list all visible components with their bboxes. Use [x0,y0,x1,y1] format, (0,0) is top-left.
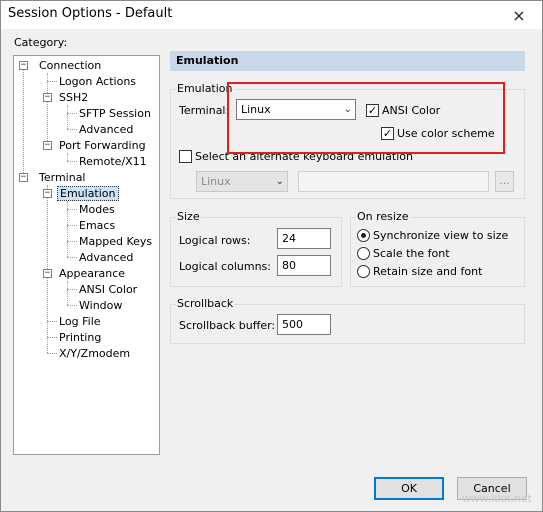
on-resize-group-label: On resize [356,210,410,223]
tree-line [67,305,77,306]
alternate-emulation-select[interactable]: Linux ⌄ [196,171,288,192]
logical-columns-input[interactable]: 80 [277,255,331,276]
tree-item-printing[interactable]: Printing [57,330,103,345]
tree-line [67,209,77,210]
scrollback-group-label: Scrollback [176,297,235,310]
tree-item-emulation[interactable]: Emulation [57,186,119,201]
collapse-icon[interactable]: − [19,173,28,182]
tree-line [67,289,77,290]
tree-line [67,241,77,242]
tree-item-ansi-color[interactable]: ANSI Color [77,282,139,297]
logical-rows-input[interactable]: 24 [277,228,331,249]
highlight-box [227,82,505,154]
panel-header: Emulation [170,51,525,71]
ok-button[interactable]: OK [374,477,444,500]
category-label: Category: [14,36,68,49]
alternate-emulation-checkbox[interactable] [179,150,192,163]
tree-line [47,321,57,322]
window-title: Session Options - Default [8,6,173,21]
tree-line [67,257,77,258]
tree-item-ssh2-advanced[interactable]: Advanced [77,122,135,137]
tree-line [67,105,68,129]
scrollback-buffer-label: Scrollback buffer: [179,319,276,332]
collapse-icon[interactable]: − [43,269,52,278]
tree-item-terminal[interactable]: Terminal [37,170,88,185]
resize-option-label: Synchronize view to size [373,229,509,242]
tree-line [47,337,57,338]
session-options-dialog: Session Options - Default × Category: − … [0,0,543,512]
close-icon[interactable]: × [500,1,538,29]
resize-option-label: Scale the font [373,247,450,260]
tree-item-remote-x11[interactable]: Remote/X11 [77,154,149,169]
category-tree: − − − − − − Connection Logon Actions SSH… [13,55,160,455]
title-bar: Session Options - Default × [1,1,542,29]
tree-line [67,113,77,114]
tree-line [67,161,77,162]
tree-item-mapped-keys[interactable]: Mapped Keys [77,234,154,249]
tree-line [67,281,68,305]
browse-button[interactable]: ... [495,171,514,192]
tree-item-modes[interactable]: Modes [77,202,117,217]
resize-option-radio[interactable] [357,229,370,242]
tree-line [67,225,77,226]
size-group-label: Size [176,210,201,223]
collapse-icon[interactable]: − [43,141,52,150]
alternate-emulation-path-input[interactable] [298,171,489,192]
tree-item-window[interactable]: Window [77,298,124,313]
tree-item-port-forwarding[interactable]: Port Forwarding [57,138,148,153]
tree-line [67,129,77,130]
logical-rows-label: Logical rows: [179,234,251,247]
alternate-emulation-value: Linux [201,175,231,188]
collapse-icon[interactable]: − [43,93,52,102]
tree-item-log-file[interactable]: Log File [57,314,103,329]
chevron-down-icon: ⌄ [275,176,284,187]
resize-option-radio[interactable] [357,247,370,260]
tree-item-appearance[interactable]: Appearance [57,266,127,281]
tree-item-emacs[interactable]: Emacs [77,218,117,233]
scrollback-buffer-input[interactable]: 500 [277,314,331,335]
tree-item-connection[interactable]: Connection [37,58,103,73]
watermark: www.kkx.net [461,492,532,505]
tree-item-sftp-session[interactable]: SFTP Session [77,106,153,121]
terminal-label: Terminal: [179,104,230,117]
logical-columns-label: Logical columns: [179,260,271,273]
tree-line [47,73,48,145]
tree-line [67,153,68,161]
collapse-icon[interactable]: − [19,61,28,70]
resize-option-label: Retain size and font [373,265,483,278]
tree-line [23,69,24,177]
resize-option-radio[interactable] [357,265,370,278]
tree-line [47,353,57,354]
emulation-group-label: Emulation [176,82,234,95]
collapse-icon[interactable]: − [43,189,52,198]
tree-line [47,81,57,82]
tree-item-logon-actions[interactable]: Logon Actions [57,74,138,89]
tree-item-ssh2[interactable]: SSH2 [57,90,90,105]
tree-item-emulation-advanced[interactable]: Advanced [77,250,135,265]
tree-item-xyzmodem[interactable]: X/Y/Zmodem [57,346,132,361]
